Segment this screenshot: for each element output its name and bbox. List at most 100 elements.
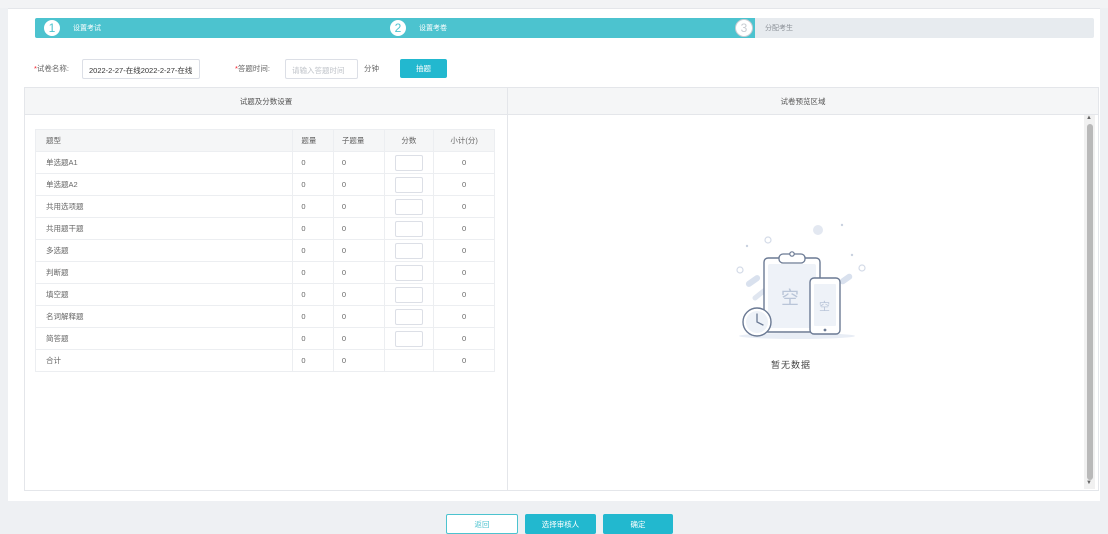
row-type: 填空题 <box>34 283 294 306</box>
answer-time-input[interactable]: 请输入答题时间 <box>285 59 358 79</box>
scroll-down-icon[interactable]: ▼ <box>1086 480 1092 486</box>
column-divider <box>507 115 508 490</box>
score-input[interactable] <box>394 154 423 171</box>
score-input[interactable] <box>394 220 423 237</box>
step-progress: 1 设置考试 2 设置考卷 3 分配考生 <box>35 18 1094 38</box>
row-sub-count: 0 <box>333 327 385 350</box>
preview-scrollbar-thumb[interactable] <box>1087 124 1093 480</box>
back-button[interactable]: 返回 <box>446 514 518 534</box>
row-subtotal: 0 <box>433 195 495 218</box>
row-sub-count: 0 <box>333 261 385 284</box>
row-count: 0 <box>292 217 334 240</box>
select-reviewer-button[interactable]: 选择审核人 <box>525 514 596 534</box>
preview-area-header: 试卷预览区域 <box>508 88 1098 115</box>
step-2-number: 2 <box>389 19 407 37</box>
row-sub-count: 0 <box>333 217 385 240</box>
row-type: 共用题干题 <box>34 217 294 240</box>
row-sub-count: 0 <box>333 283 385 306</box>
row-count: 0 <box>292 261 334 284</box>
column-header-type: 题型 <box>34 129 294 152</box>
empty-state: 空 空 暂无数据 <box>735 218 870 370</box>
row-subtotal: 0 <box>433 261 495 284</box>
table-row: 单选题A1 0 0 0 <box>34 151 495 174</box>
row-score-cell <box>384 327 435 350</box>
exam-form-row: *试卷名称: 2022-2-27-在线2022-2-27-在线 *答题时间: 请… <box>34 59 934 79</box>
empty-glyph-large: 空 <box>781 288 799 309</box>
empty-state-text: 暂无数据 <box>770 360 811 370</box>
row-type: 共用选项题 <box>34 195 294 218</box>
score-input[interactable] <box>394 242 423 259</box>
score-input[interactable] <box>394 286 423 303</box>
row-subtotal: 0 <box>433 217 495 240</box>
total-row: 合计 0 0 0 <box>34 349 495 372</box>
row-score-cell <box>384 239 435 262</box>
row-count: 0 <box>292 195 334 218</box>
score-input[interactable] <box>394 198 423 215</box>
total-subtotal: 0 <box>433 349 495 372</box>
column-header-subtotal: 小计(分) <box>433 129 495 152</box>
row-subtotal: 0 <box>433 305 495 328</box>
score-input[interactable] <box>394 330 423 347</box>
row-subtotal: 0 <box>433 283 495 306</box>
row-subtotal: 0 <box>433 327 495 350</box>
table-row: 判断题 0 0 0 <box>34 261 495 284</box>
table-row: 填空题 0 0 0 <box>34 283 495 306</box>
row-count: 0 <box>292 283 334 306</box>
row-count: 0 <box>292 327 334 350</box>
step-3-number: 3 <box>735 19 753 37</box>
row-sub-count: 0 <box>333 151 385 174</box>
row-type: 多选题 <box>34 239 294 262</box>
scroll-up-icon[interactable]: ▲ <box>1086 115 1092 121</box>
table-row: 共用题干题 0 0 0 <box>34 217 495 240</box>
step-2[interactable]: 2 设置考卷 <box>389 18 447 38</box>
row-type: 判断题 <box>34 261 294 284</box>
row-score-cell <box>384 217 435 240</box>
row-sub-count: 0 <box>333 195 385 218</box>
step-2-label: 设置考卷 <box>419 25 447 32</box>
row-subtotal: 0 <box>433 239 495 262</box>
table-row: 名词解释题 0 0 0 <box>34 305 495 328</box>
row-score-cell <box>384 261 435 284</box>
row-subtotal: 0 <box>433 151 495 174</box>
table-row: 共用选项题 0 0 0 <box>34 195 495 218</box>
paper-name-label: *试卷名称: <box>34 64 70 73</box>
paper-name-input[interactable]: 2022-2-27-在线2022-2-27-在线 <box>82 59 200 79</box>
score-input[interactable] <box>394 308 423 325</box>
row-type: 单选题A2 <box>34 173 294 196</box>
row-sub-count: 0 <box>333 173 385 196</box>
table-row: 单选题A2 0 0 0 <box>34 173 495 196</box>
row-type: 简答题 <box>34 327 294 350</box>
row-count: 0 <box>292 305 334 328</box>
column-header-sub-count: 子题量 <box>333 129 385 152</box>
row-count: 0 <box>292 239 334 262</box>
row-score-cell <box>384 283 435 306</box>
total-sub-count: 0 <box>333 349 385 372</box>
score-input[interactable] <box>394 264 423 281</box>
row-sub-count: 0 <box>333 239 385 262</box>
step-3-label: 分配考生 <box>765 25 793 32</box>
row-score-cell <box>384 195 435 218</box>
step-1-number: 1 <box>43 19 61 37</box>
table-row: 简答题 0 0 0 <box>34 327 495 350</box>
step-1[interactable]: 1 设置考试 <box>43 18 101 38</box>
row-type: 单选题A1 <box>34 151 294 174</box>
column-header-count: 题量 <box>292 129 334 152</box>
total-count: 0 <box>292 349 334 372</box>
row-sub-count: 0 <box>333 305 385 328</box>
empty-glyph-small: 空 <box>819 299 830 313</box>
draw-questions-button[interactable]: 抽题 <box>400 59 447 78</box>
settings-grid: 试题及分数设置 试卷预览区域 题型 题量 子题量 分数 小计(分) 单选题A1 … <box>24 87 1099 491</box>
row-type: 名词解释题 <box>34 305 294 328</box>
confirm-button[interactable]: 确定 <box>603 514 673 534</box>
row-score-cell <box>384 151 435 174</box>
total-score-cell <box>384 349 435 372</box>
question-type-table: 题型 题量 子题量 分数 小计(分) 单选题A1 0 0 0 单选题A2 0 0… <box>34 129 495 372</box>
score-input[interactable] <box>394 176 423 193</box>
row-score-cell <box>384 305 435 328</box>
row-count: 0 <box>292 151 334 174</box>
total-label: 合计 <box>34 349 294 372</box>
question-settings-header: 试题及分数设置 <box>25 88 508 115</box>
step-1-label: 设置考试 <box>73 25 101 32</box>
step-3[interactable]: 3 分配考生 <box>735 18 793 38</box>
table-header-row: 题型 题量 子题量 分数 小计(分) <box>34 129 495 152</box>
